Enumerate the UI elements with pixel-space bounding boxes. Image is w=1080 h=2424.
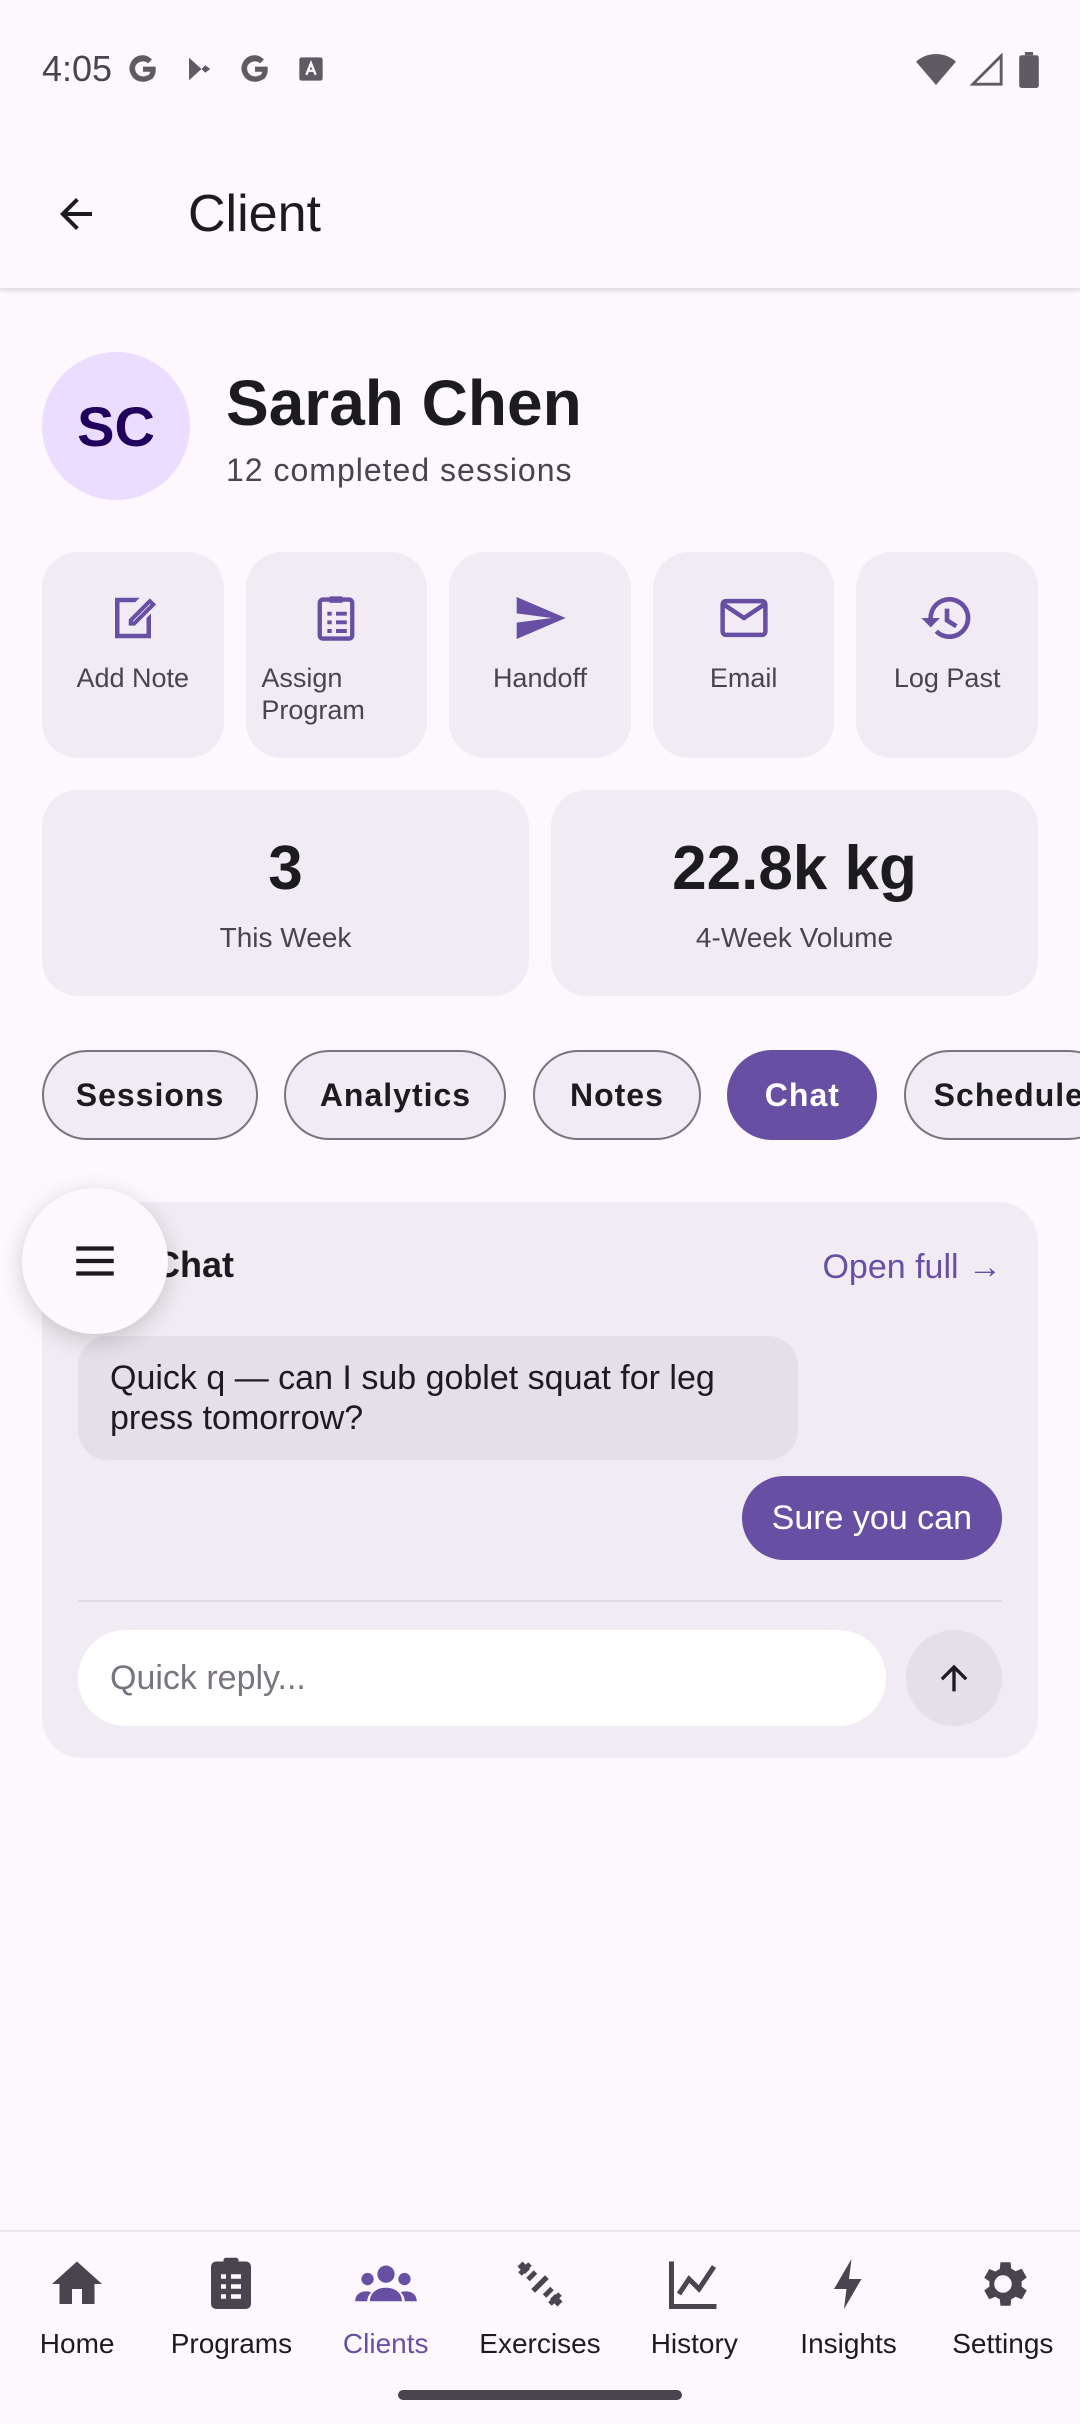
nav-label: Settings bbox=[952, 2328, 1054, 2359]
client-session-count: 12 completed sessions bbox=[226, 452, 573, 488]
add-note-button[interactable]: Add Note bbox=[42, 552, 224, 758]
nav-exercises[interactable]: Exercises bbox=[463, 2252, 617, 2360]
section-tabs: Sessions Analytics Notes Chat Schedule bbox=[42, 1050, 1080, 1142]
action-label: Assign Program bbox=[261, 663, 365, 725]
page-title: Client bbox=[188, 185, 321, 243]
signal-icon bbox=[969, 52, 1004, 92]
arrow-back-icon bbox=[60, 198, 92, 230]
bolt-icon bbox=[817, 2252, 881, 2316]
incoming-message: Quick q — can I sub goblet squat for leg… bbox=[78, 1336, 798, 1460]
home-indicator[interactable] bbox=[398, 2390, 682, 2400]
clipboard-icon bbox=[306, 588, 366, 648]
client-name: Sarah Chen bbox=[226, 367, 582, 439]
dumbbell-icon bbox=[508, 2252, 572, 2316]
nav-label: Exercises bbox=[479, 2328, 601, 2359]
chat-card: Chat Open full → Quick q — can I sub gob… bbox=[42, 1202, 1038, 1758]
status-bar: 4:05 bbox=[0, 0, 1080, 140]
send-icon bbox=[510, 588, 570, 648]
quick-reply-input[interactable] bbox=[78, 1630, 886, 1726]
action-label: Add Note bbox=[76, 663, 190, 693]
tab-chat[interactable]: Chat bbox=[727, 1050, 878, 1140]
stat-this-week: 3 This Week bbox=[42, 790, 529, 996]
nav-label: Programs bbox=[170, 2328, 293, 2359]
nav-label: Insights bbox=[800, 2328, 897, 2359]
nav-label: History bbox=[650, 2328, 738, 2359]
floating-menu-button[interactable] bbox=[22, 1188, 168, 1334]
quick-actions: Add Note Assign Program Handoff Email Lo… bbox=[42, 552, 1038, 758]
back-button[interactable] bbox=[36, 174, 116, 254]
nav-programs[interactable]: Programs bbox=[154, 2252, 308, 2360]
nav-history[interactable]: History bbox=[617, 2252, 771, 2360]
battery-icon bbox=[1018, 52, 1040, 93]
nav-settings[interactable]: Settings bbox=[926, 2252, 1080, 2360]
nav-clients[interactable]: Clients bbox=[309, 2252, 463, 2360]
tab-notes[interactable]: Notes bbox=[532, 1050, 701, 1140]
tab-schedule[interactable]: Schedule bbox=[903, 1050, 1080, 1140]
keyboard-a-icon bbox=[294, 52, 328, 86]
google-icon bbox=[126, 52, 160, 86]
nav-home[interactable]: Home bbox=[0, 2252, 154, 2360]
send-button[interactable] bbox=[906, 1630, 1002, 1726]
open-full-chat-link[interactable]: Open full → bbox=[822, 1248, 1002, 1287]
log-past-button[interactable]: Log Past bbox=[856, 552, 1038, 758]
action-label: Log Past bbox=[893, 663, 1001, 693]
system-icons bbox=[916, 52, 1040, 93]
people-icon bbox=[354, 2252, 418, 2316]
nav-insights[interactable]: Insights bbox=[771, 2252, 925, 2360]
wifi-icon bbox=[916, 53, 956, 92]
stat-four-week-volume: 22.8k kg 4-Week Volume bbox=[551, 790, 1038, 996]
gear-icon bbox=[971, 2252, 1035, 2316]
avatar: SC bbox=[42, 352, 190, 500]
google-icon bbox=[238, 52, 272, 86]
status-time: 4:05 bbox=[42, 48, 113, 89]
tab-sessions[interactable]: Sessions bbox=[42, 1050, 258, 1140]
tab-analytics[interactable]: Analytics bbox=[284, 1050, 507, 1140]
history-icon bbox=[917, 588, 977, 648]
stat-value: 22.8k kg bbox=[672, 833, 917, 903]
nav-label: Home bbox=[39, 2328, 115, 2359]
arrow-up-icon bbox=[940, 1664, 968, 1692]
stats-row: 3 This Week 22.8k kg 4-Week Volume bbox=[42, 790, 1038, 996]
chart-line-icon bbox=[662, 2252, 726, 2316]
stat-label: 4-Week Volume bbox=[695, 921, 894, 953]
handoff-button[interactable]: Handoff bbox=[449, 552, 631, 758]
menu-icon bbox=[76, 1246, 114, 1276]
stat-label: This Week bbox=[219, 921, 352, 953]
assign-program-button[interactable]: Assign Program bbox=[245, 552, 428, 758]
edit-note-icon bbox=[103, 588, 163, 648]
top-app-bar: Client bbox=[0, 140, 1080, 290]
notification-icons bbox=[126, 52, 328, 86]
clipboard-list-icon bbox=[199, 2252, 263, 2316]
bottom-navigation: Home Programs Clients Exercises History bbox=[0, 2230, 1080, 2424]
stat-value: 3 bbox=[268, 833, 303, 903]
play-store-icon bbox=[182, 52, 216, 86]
mail-icon bbox=[714, 588, 774, 648]
home-icon bbox=[45, 2252, 109, 2316]
email-button[interactable]: Email bbox=[652, 552, 835, 758]
nav-label: Clients bbox=[342, 2328, 429, 2359]
outgoing-message: Sure you can bbox=[741, 1476, 1002, 1560]
action-label: Email bbox=[709, 663, 778, 693]
divider bbox=[78, 1600, 1002, 1602]
action-label: Handoff bbox=[492, 663, 588, 693]
